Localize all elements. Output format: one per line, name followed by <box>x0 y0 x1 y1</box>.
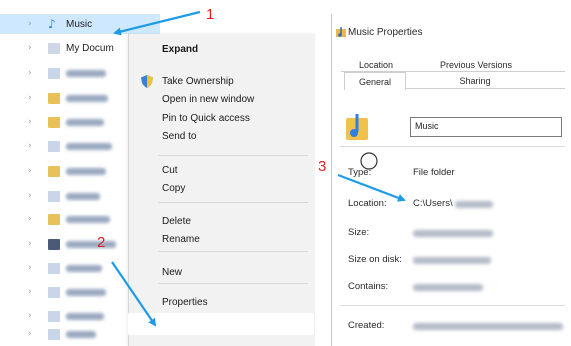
menu-separator <box>158 155 308 156</box>
tab-previous-versions[interactable]: Previous Versions <box>436 60 516 70</box>
folder-music-title-icon <box>336 27 346 37</box>
contains-redacted <box>413 284 483 291</box>
menu-item-properties[interactable]: Properties <box>162 297 208 308</box>
tree-item-redacted <box>66 167 106 175</box>
step-number-3: 3 <box>318 158 327 175</box>
menu-item-rename[interactable]: Rename <box>162 234 200 245</box>
type-value: File folder <box>413 167 455 178</box>
chevron-right-icon[interactable]: › <box>28 329 38 339</box>
chevron-right-icon[interactable]: › <box>28 191 38 201</box>
chevron-right-icon[interactable]: › <box>28 43 38 53</box>
chevron-right-icon[interactable]: › <box>28 141 38 151</box>
menu-item-cut[interactable]: Cut <box>162 165 178 176</box>
chevron-right-icon[interactable]: › <box>28 93 38 103</box>
tree-item-redacted <box>66 94 108 102</box>
folder-icon <box>48 116 60 128</box>
chevron-right-icon[interactable]: › <box>28 287 38 297</box>
created-label: Created: <box>348 320 385 331</box>
folder-icon <box>48 238 60 250</box>
chevron-right-icon[interactable]: › <box>28 311 38 321</box>
folder-icon <box>48 67 60 79</box>
menu-item-expand[interactable]: Expand <box>162 44 198 55</box>
tree-item-redacted <box>66 264 102 272</box>
tree-item-label: Music <box>66 18 93 30</box>
step-number-2: 2 <box>97 234 106 251</box>
folder-icon <box>48 262 60 274</box>
tree-item-redacted <box>66 192 100 200</box>
location-label: Location: <box>348 198 387 209</box>
tree-item-music[interactable]: › ♪ Music <box>0 14 160 34</box>
menu-item-open-in-new-window[interactable]: Open in new window <box>162 94 254 105</box>
uac-shield-icon <box>141 75 153 88</box>
folder-icon <box>48 165 60 177</box>
chevron-right-icon[interactable]: › <box>28 117 38 127</box>
folder-icon <box>48 42 60 54</box>
separator <box>340 146 565 147</box>
tree-item-redacted <box>66 142 112 150</box>
step-number-1: 1 <box>206 6 215 23</box>
tree-item-redacted <box>66 330 96 338</box>
tab-general-label: General <box>358 77 392 87</box>
tree-item-redacted <box>66 240 116 248</box>
chevron-right-icon[interactable]: › <box>28 166 38 176</box>
music-note-icon: ♪ <box>48 16 56 31</box>
menu-separator <box>158 202 308 203</box>
tree-item-redacted <box>66 215 110 223</box>
created-redacted <box>413 323 563 330</box>
menu-item-new[interactable]: New <box>162 267 182 278</box>
location-value: C:\Users\ <box>413 198 453 209</box>
menu-item-delete[interactable]: Delete <box>162 216 191 227</box>
size-on-disk-redacted <box>413 257 491 264</box>
menu-separator <box>158 251 308 252</box>
folder-icon <box>48 328 60 340</box>
folder-icon <box>48 213 60 225</box>
dialog-title: Music Properties <box>348 27 423 38</box>
menu-separator <box>158 283 308 284</box>
tab-panel-top-border <box>405 88 565 89</box>
folder-icon <box>48 190 60 202</box>
properties-highlight <box>128 313 314 335</box>
separator <box>340 305 565 306</box>
chevron-right-icon[interactable]: › <box>28 214 38 224</box>
chevron-right-icon[interactable]: › <box>28 68 38 78</box>
type-label: Type: <box>348 167 372 178</box>
menu-item-pin-to-quick-access[interactable]: Pin to Quick access <box>162 113 250 124</box>
menu-item-send-to[interactable]: Send to <box>162 131 196 142</box>
contains-label: Contains: <box>348 281 389 292</box>
folder-icon <box>48 92 60 104</box>
chevron-right-icon[interactable]: › <box>28 263 38 273</box>
tree-item-redacted <box>66 288 106 296</box>
tree-item-redacted <box>66 118 104 126</box>
tree-item-redacted <box>66 312 104 320</box>
size-on-disk-label: Size on disk: <box>348 254 402 265</box>
folder-name-value: Music <box>415 121 439 131</box>
folder-icon <box>48 286 60 298</box>
location-redacted <box>455 201 493 208</box>
tab-sharing[interactable]: Sharing <box>450 76 500 86</box>
size-label: Size: <box>348 227 370 238</box>
tree-item-label: My Docum <box>66 42 114 54</box>
folder-icon <box>48 140 60 152</box>
music-folder-icon <box>346 114 368 140</box>
chevron-right-icon[interactable]: › <box>28 239 38 249</box>
menu-item-copy[interactable]: Copy <box>162 183 185 194</box>
folder-name-field[interactable]: Music <box>410 117 562 137</box>
chevron-right-icon[interactable]: › <box>28 19 38 29</box>
folder-icon <box>48 310 60 322</box>
size-redacted <box>413 230 493 237</box>
tab-location[interactable]: Location <box>356 60 396 70</box>
tree-item-redacted <box>66 69 106 77</box>
menu-item-take-ownership[interactable]: Take Ownership <box>162 76 234 87</box>
